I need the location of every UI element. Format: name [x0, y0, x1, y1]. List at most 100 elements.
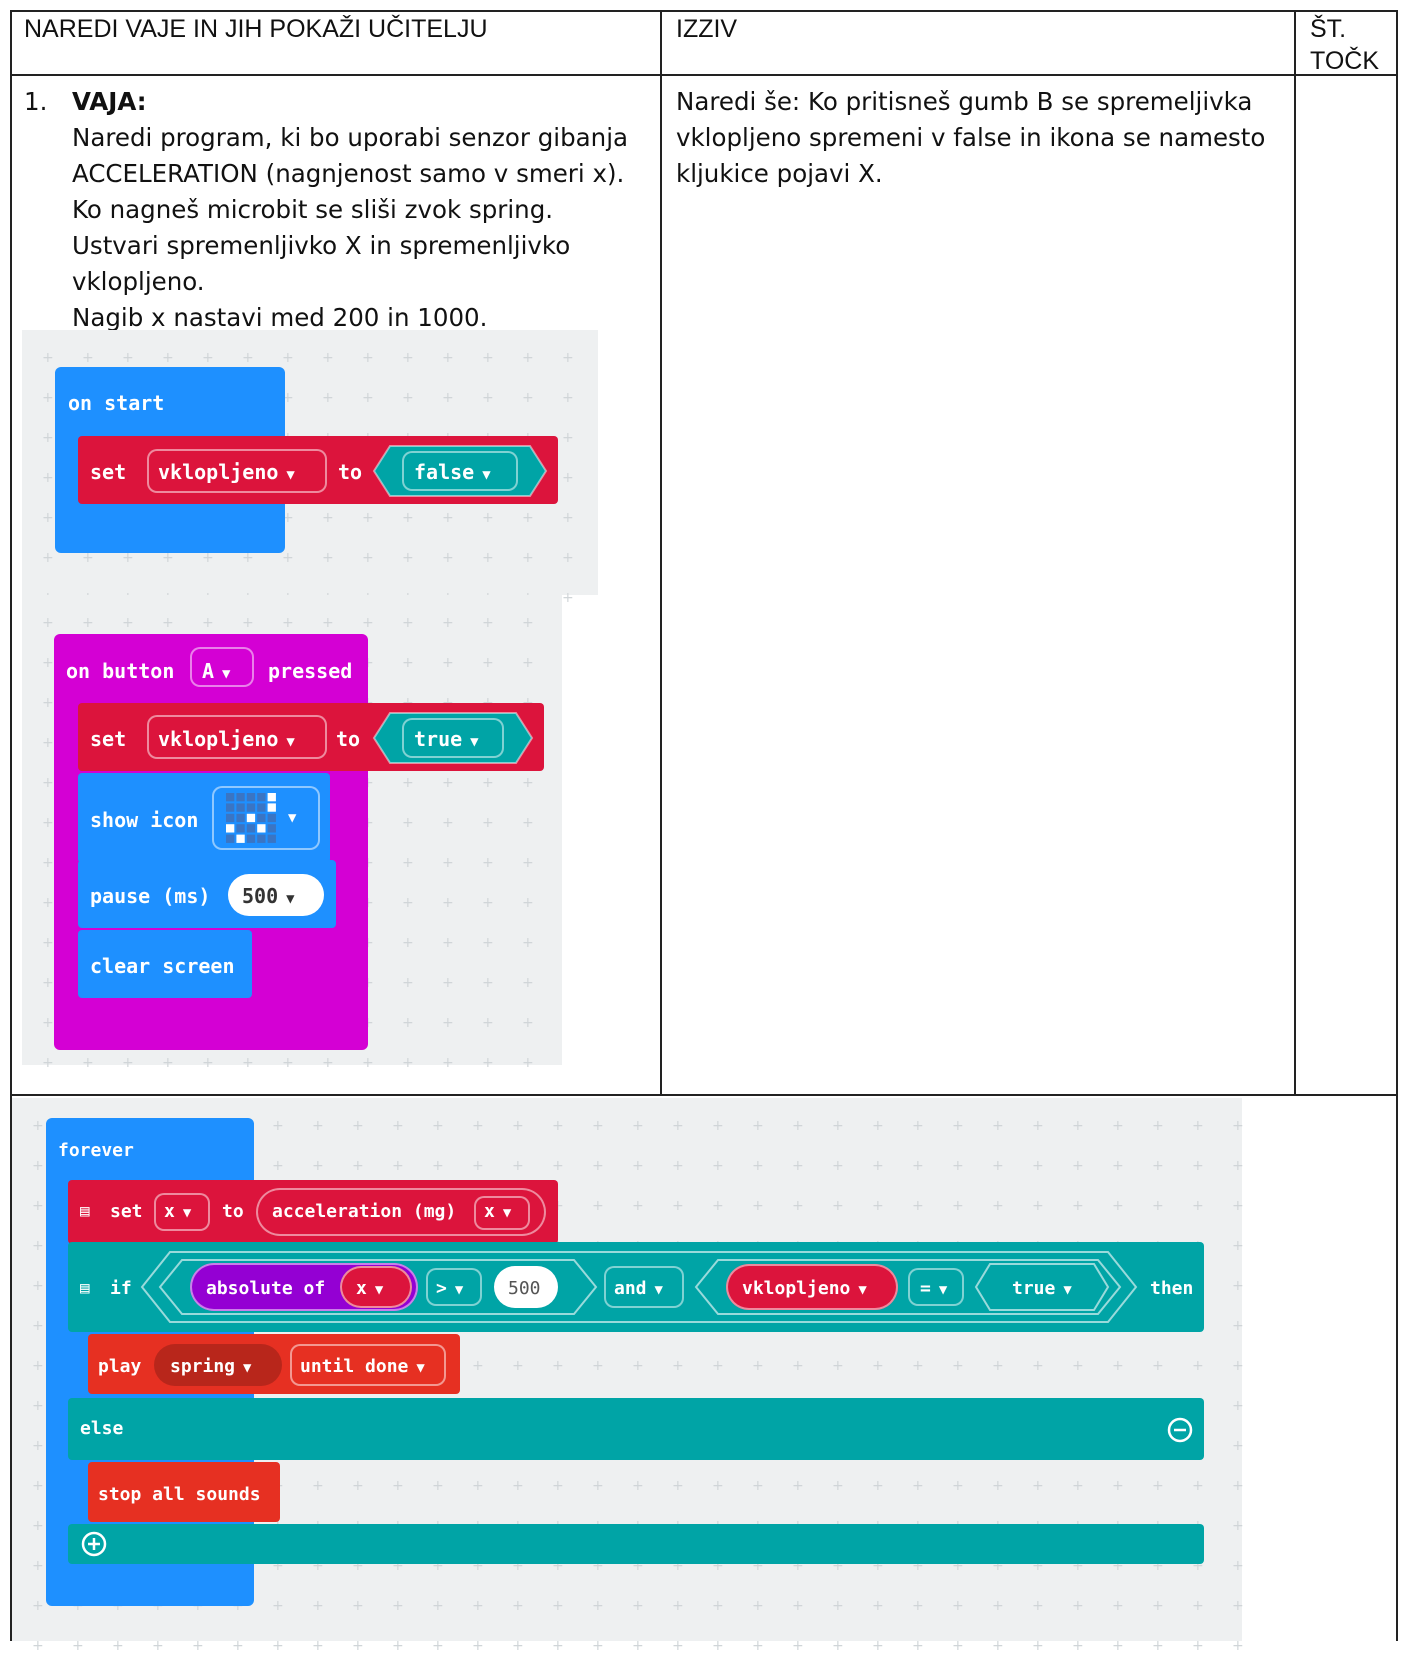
- grid-plus-mark: +: [32, 1518, 44, 1534]
- to-label: to: [338, 460, 363, 484]
- grid-plus-mark: +: [1192, 1198, 1204, 1214]
- grid-plus-mark: +: [322, 510, 334, 526]
- grid-plus-mark: +: [392, 1478, 404, 1494]
- grid-plus-mark: +: [32, 1158, 44, 1174]
- grid-plus-mark: +: [432, 1598, 444, 1614]
- variable-name: vklopljeno ▼: [158, 460, 295, 484]
- comment-icon: ▤: [80, 1278, 90, 1297]
- grid-plus-mark: +: [472, 1358, 484, 1374]
- grid-plus-mark: +: [42, 695, 54, 711]
- task-line: vklopljeno.: [72, 267, 205, 296]
- dropdown-triangle-icon: ▼: [1063, 1282, 1072, 1298]
- grid-plus-mark: +: [322, 615, 334, 631]
- grid-plus-mark: +: [632, 1358, 644, 1374]
- grid-plus-mark: +: [482, 935, 494, 951]
- grid-plus-mark: +: [32, 1438, 44, 1454]
- grid-plus-mark: +: [792, 1638, 804, 1654]
- grid-plus-mark: +: [1232, 1518, 1244, 1534]
- grid-plus-mark: +: [1152, 1198, 1164, 1214]
- task-line: Naredi program, ki bo uporabi senzor gib…: [72, 123, 629, 152]
- dropdown-triangle-icon: ▼: [182, 1205, 192, 1221]
- grid-plus-mark: +: [482, 510, 494, 526]
- grid-plus-mark: +: [282, 615, 294, 631]
- grid-plus-mark: +: [832, 1118, 844, 1134]
- grid-plus-mark: +: [1032, 1198, 1044, 1214]
- dropdown-triangle-icon: ▼: [858, 1282, 867, 1298]
- grid-plus-mark: +: [472, 1638, 484, 1654]
- grid-plus-mark: +: [42, 470, 54, 486]
- grid-plus-mark: +: [592, 1198, 604, 1214]
- grid-plus-mark: +: [1192, 1598, 1204, 1614]
- plus-circle-icon[interactable]: [80, 1530, 108, 1558]
- grid-plus-mark: +: [522, 775, 534, 791]
- dropdown-triangle-icon: ▼: [502, 1205, 512, 1221]
- grid-plus-mark: +: [512, 1118, 524, 1134]
- grid-plus-mark: +: [32, 1278, 44, 1294]
- grid-plus-mark: +: [442, 895, 454, 911]
- grid-plus-mark: +: [402, 975, 414, 991]
- grid-plus-mark: +: [472, 1478, 484, 1494]
- grid-plus-mark: +: [522, 550, 534, 566]
- grid-plus-mark: +: [472, 1598, 484, 1614]
- grid-plus-mark: +: [592, 1118, 604, 1134]
- to-label: to: [222, 1201, 244, 1222]
- grid-plus-mark: +: [1232, 1438, 1244, 1454]
- grid-plus-mark: +: [482, 815, 494, 831]
- grid-plus-mark: +: [1232, 1558, 1244, 1574]
- grid-plus-mark: +: [672, 1358, 684, 1374]
- grid-plus-mark: +: [42, 935, 54, 951]
- forever-label: forever: [58, 1140, 134, 1161]
- to-label: to: [336, 727, 361, 751]
- grid-plus-mark: +: [1152, 1478, 1164, 1494]
- grid-plus-mark: +: [552, 1118, 564, 1134]
- grid-plus-mark: +: [952, 1198, 964, 1214]
- grid-plus-mark: +: [162, 350, 174, 366]
- grid-plus-mark: +: [522, 655, 534, 671]
- grid-plus-mark: +: [442, 1055, 454, 1071]
- grid-plus-mark: +: [912, 1358, 924, 1374]
- grid-plus-mark: +: [562, 430, 574, 446]
- grid-plus-mark: +: [362, 510, 374, 526]
- grid-plus-mark: +: [272, 1638, 284, 1654]
- task-line: Ko nagneš microbit se sliši zvok spring.: [72, 195, 554, 224]
- grid-plus-mark: +: [792, 1118, 804, 1134]
- grid-plus-mark: +: [872, 1118, 884, 1134]
- grid-plus-mark: +: [442, 390, 454, 406]
- vklopljeno-variable: vklopljeno ▼: [742, 1278, 867, 1299]
- grid-plus-mark: +: [512, 1478, 524, 1494]
- grid-plus-mark: +: [992, 1158, 1004, 1174]
- dropdown-triangle-icon: ▼: [286, 734, 295, 750]
- grid-plus-mark: +: [952, 1638, 964, 1654]
- grid-plus-mark: +: [952, 1158, 964, 1174]
- dropdown-triangle-icon: ▼: [938, 1282, 948, 1298]
- grid-plus-mark: +: [442, 855, 454, 871]
- grid-plus-mark: +: [202, 615, 214, 631]
- row-divider-2: [10, 1094, 1398, 1096]
- grid-plus-mark: +: [242, 1055, 254, 1071]
- grid-plus-mark: +: [1192, 1478, 1204, 1494]
- grid-plus-mark: +: [1112, 1598, 1124, 1614]
- grid-plus-mark: +: [402, 510, 414, 526]
- grid-plus-mark: +: [522, 855, 534, 871]
- grid-plus-mark: +: [672, 1158, 684, 1174]
- grid-plus-mark: +: [362, 390, 374, 406]
- grid-plus-mark: +: [122, 350, 134, 366]
- grid-plus-mark: +: [112, 1638, 124, 1654]
- grid-plus-mark: +: [1232, 1238, 1244, 1254]
- grid-plus-mark: +: [752, 1118, 764, 1134]
- else-label: else: [80, 1418, 124, 1439]
- grid-plus-mark: +: [1232, 1478, 1244, 1494]
- task-number: 1.: [24, 87, 48, 116]
- dropdown-triangle-icon: ▼: [222, 666, 231, 682]
- border-top: [10, 10, 1398, 12]
- grid-plus-mark: +: [712, 1478, 724, 1494]
- grid-plus-mark: +: [82, 1055, 94, 1071]
- dropdown-triangle-icon: ▼: [482, 467, 491, 483]
- abs-variable: x ▼: [356, 1278, 384, 1299]
- grid-plus-mark: +: [522, 1055, 534, 1071]
- dropdown-triangle-icon: ▼: [454, 1282, 464, 1298]
- grid-plus-mark: +: [552, 1158, 564, 1174]
- x-variable: x ▼: [164, 1201, 192, 1222]
- minus-circle-icon[interactable]: [1166, 1416, 1194, 1444]
- pause-value: 500 ▼: [242, 884, 295, 908]
